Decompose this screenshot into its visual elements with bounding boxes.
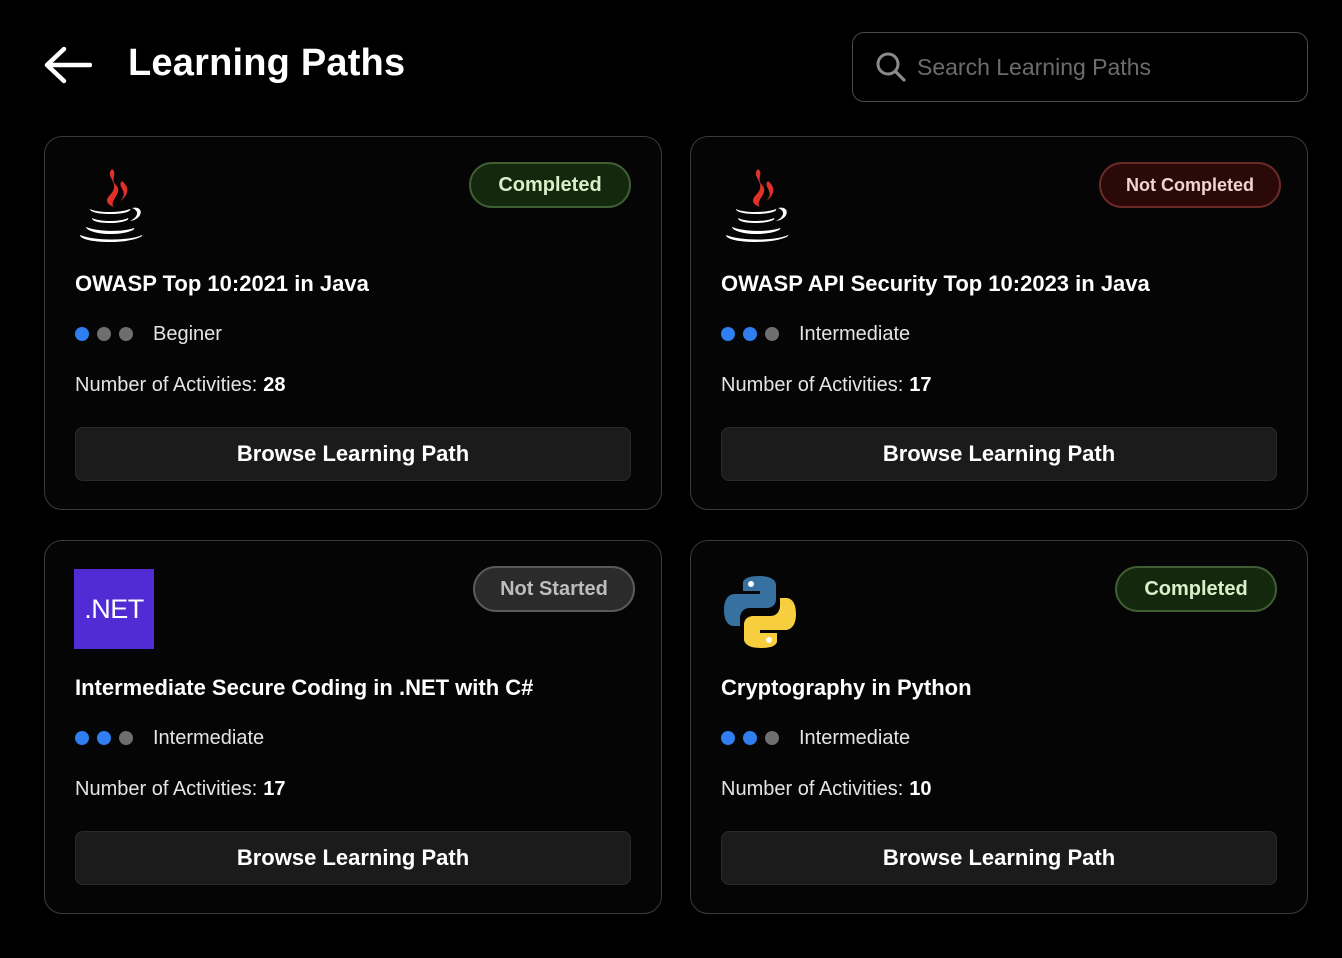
level-label: Beginer — [153, 322, 222, 345]
java-icon — [720, 163, 800, 245]
activities-count: Number of Activities: 28 — [75, 371, 286, 399]
level-dot — [721, 731, 735, 745]
search-box[interactable] — [852, 32, 1308, 102]
status-badge: Not Completed — [1099, 162, 1281, 208]
level-indicator: Beginer — [75, 322, 222, 346]
level-label: Intermediate — [153, 726, 265, 749]
learning-path-card: Completed OWASP Top 10:2021 in Java Begi… — [44, 136, 662, 510]
level-dot — [119, 731, 133, 745]
activities-label: Number of Activities: — [721, 778, 904, 800]
level-indicator: Intermediate — [721, 322, 910, 346]
arrow-left-icon — [44, 46, 92, 84]
search-icon — [876, 52, 906, 82]
activities-value: 10 — [909, 778, 932, 800]
browse-learning-path-button[interactable]: Browse Learning Path — [721, 831, 1277, 885]
activities-count: Number of Activities: 17 — [721, 371, 932, 399]
activities-count: Number of Activities: 10 — [721, 775, 932, 803]
level-dot — [743, 327, 757, 341]
card-title: OWASP Top 10:2021 in Java — [75, 271, 369, 296]
activities-label: Number of Activities: — [75, 374, 258, 396]
level-indicator: Intermediate — [75, 726, 264, 750]
level-dot — [765, 731, 779, 745]
browse-learning-path-button[interactable]: Browse Learning Path — [721, 427, 1277, 481]
page-title: Learning Paths — [128, 42, 406, 84]
level-dot — [743, 731, 757, 745]
learning-path-card: Not Completed OWASP API Security Top 10:… — [690, 136, 1308, 510]
back-button[interactable] — [40, 42, 94, 88]
java-icon — [74, 163, 154, 245]
level-dot — [97, 731, 111, 745]
status-badge: Completed — [469, 162, 631, 208]
learning-path-card: .NET Not Started Intermediate Secure Cod… — [44, 540, 662, 914]
level-dot — [721, 327, 735, 341]
level-dot — [97, 327, 111, 341]
level-dot — [765, 327, 779, 341]
card-title: OWASP API Security Top 10:2023 in Java — [721, 271, 1150, 296]
card-title: Cryptography in Python — [721, 675, 972, 700]
level-indicator: Intermediate — [721, 726, 910, 750]
level-dot — [75, 327, 89, 341]
level-label: Intermediate — [799, 322, 911, 345]
activities-value: 28 — [263, 374, 286, 396]
level-label: Intermediate — [799, 726, 911, 749]
activities-value: 17 — [909, 374, 932, 396]
browse-learning-path-button[interactable]: Browse Learning Path — [75, 427, 631, 481]
activities-label: Number of Activities: — [75, 778, 258, 800]
activities-value: 17 — [263, 778, 286, 800]
status-badge: Completed — [1115, 566, 1277, 612]
browse-learning-path-button[interactable]: Browse Learning Path — [75, 831, 631, 885]
learning-paths-page: Learning Paths Completed OWASP Top 10:20… — [0, 0, 1342, 958]
search-input[interactable] — [917, 33, 1307, 101]
dotnet-icon: .NET — [74, 569, 154, 649]
level-dot — [119, 327, 133, 341]
level-dot — [75, 731, 89, 745]
learning-path-card: Completed Cryptography in Python Interme… — [690, 540, 1308, 914]
status-badge: Not Started — [473, 566, 635, 612]
activities-count: Number of Activities: 17 — [75, 775, 286, 803]
activities-label: Number of Activities: — [721, 374, 904, 396]
card-title: Intermediate Secure Coding in .NET with … — [75, 675, 534, 700]
python-icon — [720, 571, 800, 653]
